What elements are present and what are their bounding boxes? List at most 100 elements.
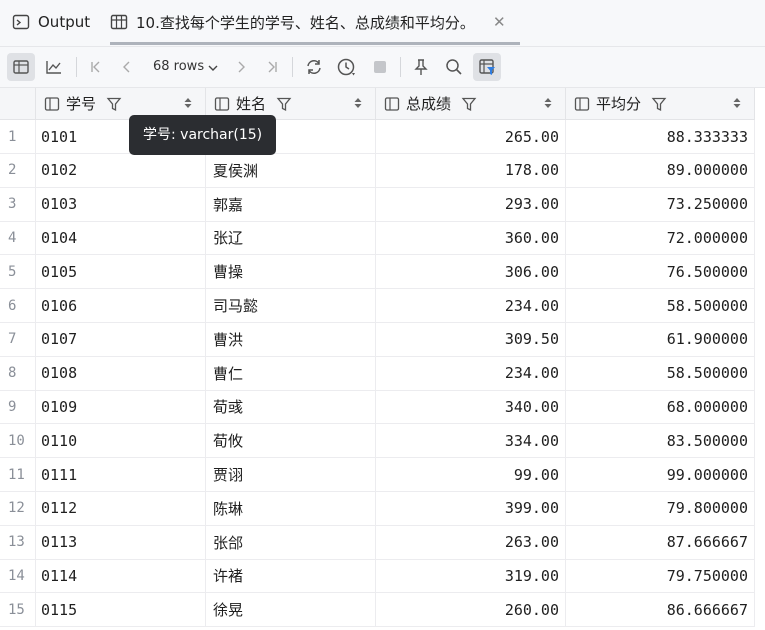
cell-avg[interactable]: 58.500000 [566, 289, 755, 323]
table-row[interactable]: 13 0113 张郃 263.00 87.666667 [0, 525, 755, 560]
cell-name[interactable]: 夏侯渊 [206, 153, 376, 188]
sort-icon[interactable] [732, 96, 742, 110]
cell-avg[interactable]: 73.250000 [566, 187, 755, 222]
table-row[interactable]: 2 0102 夏侯渊 178.00 89.000000 [0, 153, 755, 188]
table-row[interactable]: 15 0115 徐晃 260.00 86.666667 [0, 593, 755, 628]
cell-name[interactable]: 徐晃 [206, 593, 376, 628]
cell-avg[interactable]: 86.666667 [566, 593, 755, 628]
filter-icon[interactable] [106, 96, 122, 112]
cell-avg[interactable]: 58.500000 [566, 356, 755, 391]
cell-name[interactable]: 曹洪 [206, 322, 376, 357]
cell-avg[interactable]: 87.666667 [566, 525, 755, 560]
cell-avg[interactable]: 61.900000 [566, 322, 755, 357]
last-page-button[interactable] [258, 53, 286, 81]
cell-id[interactable]: 0103 [36, 187, 206, 222]
cell-total[interactable]: 234.00 [376, 356, 566, 391]
close-icon[interactable]: ✕ [493, 13, 506, 31]
cell-avg[interactable]: 88.333333 [566, 120, 755, 154]
cell-total[interactable]: 293.00 [376, 187, 566, 222]
cell-id[interactable]: 0112 [36, 491, 206, 526]
first-page-button[interactable] [82, 53, 110, 81]
sort-icon[interactable] [353, 96, 363, 110]
cell-total[interactable]: 399.00 [376, 491, 566, 526]
cell-total[interactable]: 234.00 [376, 289, 566, 323]
refresh-button[interactable] [300, 53, 328, 81]
sort-icon[interactable] [183, 96, 193, 110]
cell-name[interactable]: 曹操 [206, 255, 376, 290]
filter-panel-button[interactable] [473, 53, 501, 81]
cell-id[interactable]: 0106 [36, 289, 206, 323]
filter-icon[interactable] [276, 96, 292, 112]
chart-view-button[interactable] [40, 53, 68, 81]
table-row[interactable]: 4 0104 张辽 360.00 72.000000 [0, 221, 755, 256]
cell-name[interactable]: 曹仁 [206, 356, 376, 391]
cell-name[interactable]: 荀彧 [206, 390, 376, 425]
cell-id[interactable]: 0108 [36, 356, 206, 391]
cell-avg[interactable]: 99.000000 [566, 458, 755, 492]
cell-total[interactable]: 340.00 [376, 390, 566, 425]
cell-avg[interactable]: 79.750000 [566, 559, 755, 594]
table-row[interactable]: 8 0108 曹仁 234.00 58.500000 [0, 356, 755, 391]
cell-avg[interactable]: 83.500000 [566, 424, 755, 459]
cell-id[interactable]: 0107 [36, 322, 206, 357]
tab-output[interactable]: Output [12, 0, 90, 44]
table-row[interactable]: 1 0101 265.00 88.333333 [0, 120, 755, 154]
table-row[interactable]: 9 0109 荀彧 340.00 68.000000 [0, 390, 755, 425]
next-page-button[interactable] [227, 53, 255, 81]
tab-query[interactable]: 10.查找每个学生的学号、姓名、总成绩和平均分。 [110, 0, 520, 44]
table-row[interactable]: 12 0112 陈琳 399.00 79.800000 [0, 491, 755, 526]
cell-name[interactable]: 司马懿 [206, 289, 376, 323]
cell-total[interactable]: 99.00 [376, 458, 566, 492]
cell-total[interactable]: 265.00 [376, 120, 566, 154]
pin-button[interactable] [407, 53, 435, 81]
cell-id[interactable]: 0111 [36, 458, 206, 492]
cell-id[interactable]: 0104 [36, 221, 206, 256]
cell-total[interactable]: 360.00 [376, 221, 566, 256]
cell-id[interactable]: 0113 [36, 525, 206, 560]
column-header-total[interactable]: 总成绩 [376, 88, 566, 120]
cell-total[interactable]: 306.00 [376, 255, 566, 290]
cell-avg[interactable]: 79.800000 [566, 491, 755, 526]
cell-total[interactable]: 263.00 [376, 525, 566, 560]
cell-id[interactable]: 0115 [36, 593, 206, 628]
cell-id[interactable]: 0105 [36, 255, 206, 290]
chevron-down-icon[interactable] [206, 60, 220, 79]
column-header-avg[interactable]: 平均分 [566, 88, 755, 120]
table-row[interactable]: 14 0114 许褚 319.00 79.750000 [0, 559, 755, 594]
cell-id[interactable]: 0114 [36, 559, 206, 594]
previous-page-button[interactable] [113, 53, 141, 81]
cell-total[interactable]: 260.00 [376, 593, 566, 628]
auto-refresh-button[interactable] [333, 53, 361, 81]
table-row[interactable]: 11 0111 贾诩 99.00 99.000000 [0, 458, 755, 492]
cell-total[interactable]: 309.50 [376, 322, 566, 357]
cell-avg[interactable]: 76.500000 [566, 255, 755, 290]
filter-icon[interactable] [461, 96, 477, 112]
cell-avg[interactable]: 68.000000 [566, 390, 755, 425]
cell-name[interactable]: 张郃 [206, 525, 376, 560]
table-row[interactable]: 10 0110 荀攸 334.00 83.500000 [0, 424, 755, 459]
grid-view-button[interactable] [7, 53, 35, 81]
cell-total[interactable]: 334.00 [376, 424, 566, 459]
cell-name[interactable]: 荀攸 [206, 424, 376, 459]
stop-button[interactable] [366, 53, 394, 81]
row-count[interactable]: 68 rows [153, 59, 204, 74]
cell-name[interactable]: 许褚 [206, 559, 376, 594]
cell-name[interactable]: 张辽 [206, 221, 376, 256]
cell-id[interactable]: 0110 [36, 424, 206, 459]
cell-name[interactable]: 贾诩 [206, 458, 376, 492]
sort-icon[interactable] [543, 96, 553, 110]
table-row[interactable]: 5 0105 曹操 306.00 76.500000 [0, 255, 755, 290]
cell-avg[interactable]: 89.000000 [566, 153, 755, 188]
filter-icon[interactable] [651, 96, 667, 112]
table-row[interactable]: 6 0106 司马懿 234.00 58.500000 [0, 289, 755, 323]
cell-total[interactable]: 319.00 [376, 559, 566, 594]
cell-id[interactable]: 0109 [36, 390, 206, 425]
cell-total[interactable]: 178.00 [376, 153, 566, 188]
table-row[interactable]: 3 0103 郭嘉 293.00 73.250000 [0, 187, 755, 222]
cell-avg[interactable]: 72.000000 [566, 221, 755, 256]
cell-name[interactable]: 郭嘉 [206, 187, 376, 222]
table-row[interactable]: 7 0107 曹洪 309.50 61.900000 [0, 322, 755, 357]
cell-id[interactable]: 0102 [36, 153, 206, 188]
cell-name[interactable]: 陈琳 [206, 491, 376, 526]
search-button[interactable] [440, 53, 468, 81]
